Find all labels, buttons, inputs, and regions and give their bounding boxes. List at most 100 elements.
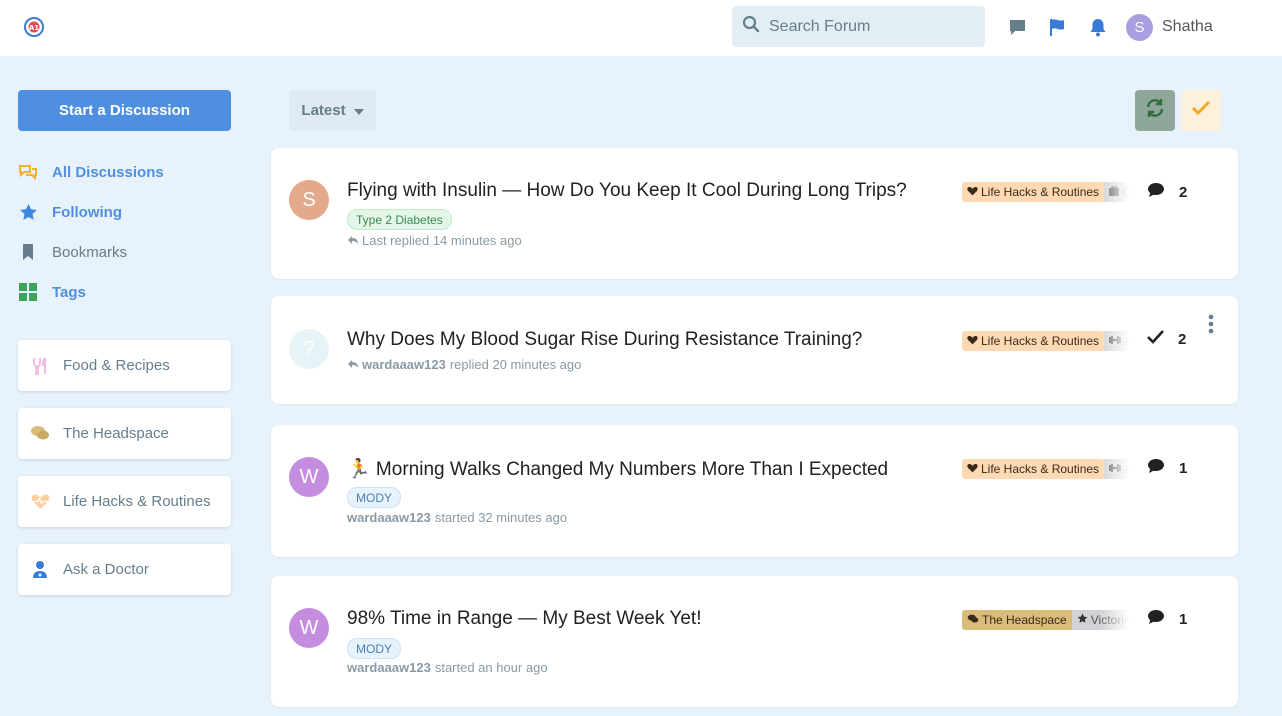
nav-all-discussions[interactable]: All Discussions xyxy=(18,161,164,183)
tag-label: The Headspace xyxy=(63,425,169,442)
category-tags[interactable]: Life Hacks & Routines A xyxy=(962,459,1129,479)
category-tag-label: Life Hacks & Routines xyxy=(981,185,1100,199)
reply-count-value: 2 xyxy=(1178,330,1187,348)
search-box[interactable] xyxy=(732,6,985,47)
discussion-card[interactable]: W 98% Time in Range — My Best Week Yet! … xyxy=(271,576,1238,707)
category-tags[interactable]: Life Hacks & Routines A xyxy=(962,331,1129,351)
author-avatar[interactable]: W xyxy=(289,457,329,497)
nav-label: Bookmarks xyxy=(52,243,128,261)
heart-pulse-icon xyxy=(967,334,978,348)
nav-label: Following xyxy=(52,203,122,221)
star-icon xyxy=(18,202,38,222)
category-tags[interactable]: Life Hacks & Routines O xyxy=(962,182,1129,202)
refresh-button[interactable] xyxy=(1135,90,1175,131)
search-input[interactable] xyxy=(769,17,969,36)
reply-icon xyxy=(347,233,359,248)
discussion-tag-pill[interactable]: Type 2 Diabetes xyxy=(347,209,452,230)
comment-icon xyxy=(1147,458,1172,478)
discussion-meta: wardaaaw123 started an hour ago xyxy=(347,660,548,675)
tag-label: Food & Recipes xyxy=(63,357,170,374)
reply-count-value: 1 xyxy=(1179,459,1188,477)
heart-pulse-icon xyxy=(30,492,50,512)
meta-text: started an hour ago xyxy=(434,660,548,675)
discussion-title[interactable]: Why Does My Blood Sugar Rise During Resi… xyxy=(347,329,862,351)
category-tag-label: Life Hacks & Routines xyxy=(981,462,1100,476)
discussion-title[interactable]: Flying with Insulin — How Do You Keep It… xyxy=(347,180,907,202)
meta-username[interactable]: wardaaaw123 xyxy=(347,660,431,675)
discussion-tag-pill[interactable]: MODY xyxy=(347,638,401,659)
tag-food-recipes[interactable]: Food & Recipes xyxy=(18,340,231,391)
discussion-title[interactable]: 98% Time in Range — My Best Week Yet! xyxy=(347,608,702,630)
fade-overlay xyxy=(1099,331,1129,351)
nav-following[interactable]: Following xyxy=(18,201,122,223)
check-icon xyxy=(1191,100,1211,121)
meta-text: Last replied 14 minutes ago xyxy=(362,233,522,248)
fade-overlay xyxy=(1099,610,1129,630)
meta-text: started 32 minutes ago xyxy=(434,510,568,525)
meta-text: replied 20 minutes ago xyxy=(449,357,582,372)
svg-text:A1: A1 xyxy=(29,24,39,32)
category-tag-primary[interactable]: Life Hacks & Routines xyxy=(962,182,1105,202)
category-tag-label: Life Hacks & Routines xyxy=(981,334,1100,348)
discussion-card[interactable]: W 🏃 Morning Walks Changed My Numbers Mor… xyxy=(271,425,1238,557)
discussion-card[interactable]: ? Why Does My Blood Sugar Rise During Re… xyxy=(271,296,1238,404)
tag-label: Life Hacks & Routines xyxy=(63,493,211,510)
category-tags[interactable]: The Headspace Victorie xyxy=(962,610,1129,630)
heart-pulse-icon xyxy=(967,185,978,199)
category-tag-primary[interactable]: Life Hacks & Routines xyxy=(962,331,1105,351)
discussion-meta: Last replied 14 minutes ago xyxy=(347,233,522,248)
answered-count: 2 xyxy=(1147,330,1186,348)
user-avatar[interactable]: S xyxy=(1126,14,1153,41)
comments-icon xyxy=(18,162,38,182)
mark-all-read-button[interactable] xyxy=(1181,90,1221,131)
bookmark-icon xyxy=(18,242,38,262)
checkmark-icon xyxy=(1147,330,1171,348)
reply-count-value: 2 xyxy=(1179,183,1188,201)
start-discussion-button[interactable]: Start a Discussion xyxy=(18,90,231,131)
caret-down-icon xyxy=(353,102,364,119)
bell-icon[interactable] xyxy=(1088,17,1108,37)
discussion-card[interactable]: S Flying with Insulin — How Do You Keep … xyxy=(271,148,1238,279)
author-avatar[interactable]: W xyxy=(289,608,329,648)
refresh-icon xyxy=(1144,97,1166,124)
nav-label: Tags xyxy=(52,283,86,301)
discussion-tag-pill[interactable]: MODY xyxy=(347,487,401,508)
star-icon xyxy=(1077,613,1088,627)
fade-overlay xyxy=(1099,459,1129,479)
forum-logo-icon[interactable]: A1 xyxy=(23,16,45,38)
sort-label: Latest xyxy=(301,102,346,119)
discussion-title[interactable]: 🏃 Morning Walks Changed My Numbers More … xyxy=(347,457,888,481)
messages-icon[interactable] xyxy=(1007,17,1027,37)
reply-count: 1 xyxy=(1147,609,1187,629)
category-tag-primary[interactable]: The Headspace xyxy=(962,610,1072,630)
reply-count-value: 1 xyxy=(1179,610,1188,628)
category-tag-label: The Headspace xyxy=(982,613,1067,627)
reply-count: 2 xyxy=(1147,182,1187,202)
nav-bookmarks[interactable]: Bookmarks xyxy=(18,241,127,263)
more-options-icon[interactable] xyxy=(1208,314,1216,334)
discussion-meta: wardaaaw123 replied 20 minutes ago xyxy=(347,357,581,372)
nav-label: All Discussions xyxy=(52,163,164,181)
fade-overlay xyxy=(1099,182,1129,202)
category-tag-primary[interactable]: Life Hacks & Routines xyxy=(962,459,1105,479)
username-label[interactable]: Shatha xyxy=(1162,18,1213,36)
utensils-icon xyxy=(30,356,50,376)
flag-icon[interactable] xyxy=(1047,17,1067,37)
tag-the-headspace[interactable]: The Headspace xyxy=(18,408,231,459)
reply-count: 1 xyxy=(1147,458,1187,478)
comment-icon xyxy=(1147,609,1172,629)
doctor-icon xyxy=(30,560,50,580)
chat-bubbles-icon xyxy=(30,424,50,444)
meta-username[interactable]: wardaaaw123 xyxy=(347,510,431,525)
author-avatar[interactable]: S xyxy=(289,180,329,220)
meta-username[interactable]: wardaaaw123 xyxy=(362,357,446,372)
author-avatar[interactable]: ? xyxy=(289,329,329,369)
sort-dropdown[interactable]: Latest xyxy=(289,90,376,131)
tags-grid-icon xyxy=(18,282,38,302)
comment-icon xyxy=(1147,182,1172,202)
search-icon xyxy=(742,15,760,38)
tag-life-hacks-routines[interactable]: Life Hacks & Routines xyxy=(18,476,231,527)
nav-tags[interactable]: Tags xyxy=(18,281,86,303)
reply-icon xyxy=(347,357,359,372)
tag-ask-a-doctor[interactable]: Ask a Doctor xyxy=(18,544,231,595)
